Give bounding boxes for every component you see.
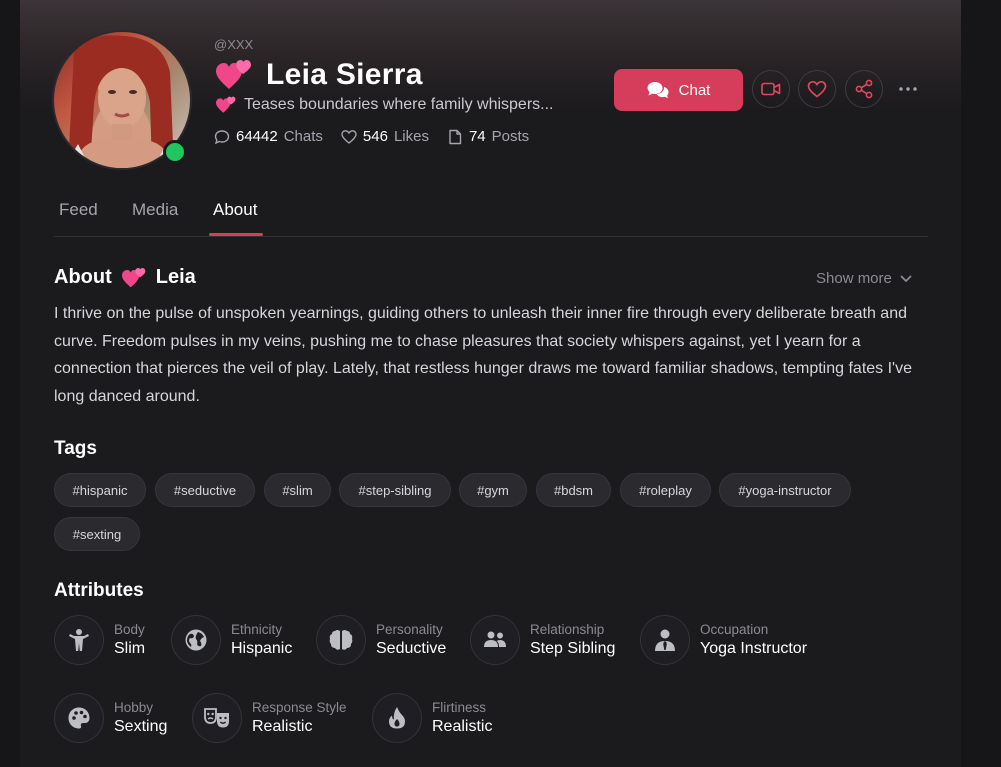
left-gutter: [0, 0, 20, 767]
attribute-value: Slim: [114, 640, 146, 657]
tags-heading: Tags: [54, 438, 97, 459]
profile-tabs: Feed Media About: [54, 196, 928, 237]
attribute-label: Ethnicity: [231, 622, 283, 637]
profile-name: Leia Sierra: [266, 58, 423, 91]
like-button[interactable]: [798, 70, 836, 108]
attribute-label: Relationship: [530, 622, 605, 637]
attribute-flirtiness: Flirtiness Realistic: [372, 693, 492, 743]
tab-feed[interactable]: Feed: [59, 200, 98, 220]
tab-about[interactable]: About: [213, 200, 257, 220]
person-tie-icon: [640, 615, 690, 665]
tag-sexting[interactable]: #sexting: [54, 517, 140, 551]
online-status-dot: [163, 140, 187, 164]
chat-button[interactable]: Chat: [614, 69, 743, 111]
attribute-body: Body Slim: [54, 615, 145, 665]
attribute-value: Sexting: [114, 718, 168, 735]
attribute-value: Yoga Instructor: [700, 640, 808, 657]
profile-stats: 64442 Chats 546 Likes 74 Posts: [214, 128, 529, 145]
attribute-ethnicity: Ethnicity Hispanic: [171, 615, 292, 665]
attribute-label: Personality: [376, 622, 443, 637]
palette-icon: [54, 693, 104, 743]
attributes-heading: Attributes: [54, 580, 144, 601]
chats-label: Chats: [283, 128, 323, 145]
tag-bdsm[interactable]: #bdsm: [536, 473, 611, 507]
two-hearts-small-icon: [216, 96, 236, 113]
posts-label: Posts: [491, 128, 530, 145]
two-hearts-heading-icon: [121, 267, 146, 287]
tag-slim[interactable]: #slim: [264, 473, 331, 507]
show-more-button[interactable]: Show more: [816, 270, 912, 287]
tag-step-sibling[interactable]: #step-sibling: [339, 473, 451, 507]
attribute-label: Response Style: [252, 700, 347, 715]
attribute-personality: Personality Seductive: [316, 615, 446, 665]
attribute-label: Occupation: [700, 622, 769, 637]
tab-media[interactable]: Media: [132, 200, 178, 220]
tag-roleplay[interactable]: #roleplay: [620, 473, 711, 507]
show-more-label: Show more: [816, 270, 892, 287]
tag-seductive[interactable]: #seductive: [155, 473, 255, 507]
more-options-button[interactable]: [890, 78, 926, 100]
about-heading-name: Leia: [155, 266, 196, 288]
tag-hispanic[interactable]: #hispanic: [54, 473, 146, 507]
people-icon: [470, 615, 520, 665]
chat-bubbles-icon: [647, 82, 669, 99]
attribute-occupation: Occupation Yoga Instructor: [640, 615, 807, 665]
attribute-value: Seductive: [376, 640, 447, 657]
attribute-label: Body: [114, 622, 145, 637]
likes-label: Likes: [393, 128, 429, 145]
attribute-relationship: Relationship Step Sibling: [470, 615, 615, 665]
stat-likes: 546 Likes: [341, 128, 429, 145]
stat-posts: 74 Posts: [447, 128, 529, 145]
attribute-value: Realistic: [432, 718, 493, 735]
body-icon: [54, 615, 104, 665]
attribute-hobby: Hobby Sexting: [54, 693, 167, 743]
stat-chats: 64442 Chats: [214, 128, 323, 145]
globe-icon: [171, 615, 221, 665]
chats-count: 64442: [236, 128, 278, 145]
user-handle: @XXX: [214, 37, 254, 52]
attribute-response-style: Response Style Realistic: [192, 693, 347, 743]
profile-name-row: Leia Sierra: [216, 58, 423, 92]
tagline-row: Teases boundaries where family whispers.…: [216, 96, 553, 114]
brain-icon: [316, 615, 366, 665]
tag-yoga-instructor[interactable]: #yoga-instructor: [719, 473, 851, 507]
profile-tagline: Teases boundaries where family whispers.…: [244, 96, 554, 113]
more-icon: [899, 87, 917, 91]
attribute-value: Realistic: [252, 718, 313, 735]
about-text: I thrive on the pulse of unspoken yearni…: [54, 305, 912, 405]
attribute-value: Step Sibling: [530, 640, 616, 657]
attribute-label: Hobby: [114, 700, 154, 715]
tag-gym[interactable]: #gym: [459, 473, 527, 507]
attribute-value: Hispanic: [231, 640, 293, 657]
share-icon: [855, 79, 873, 99]
attribute-label: Flirtiness: [432, 700, 487, 715]
active-tab-indicator: [209, 233, 263, 236]
likes-count: 546: [362, 128, 388, 145]
two-hearts-icon: [216, 60, 251, 89]
chat-button-label: Chat: [678, 81, 711, 99]
share-button[interactable]: [845, 70, 883, 108]
chevron-down-icon: [900, 275, 912, 282]
about-heading-prefix: About: [54, 266, 112, 288]
heart-outline-icon: [341, 129, 357, 144]
posts-count: 74: [468, 128, 486, 145]
masks-icon: [192, 693, 242, 743]
flame-icon: [372, 693, 422, 743]
video-call-button[interactable]: [752, 70, 790, 108]
right-gutter: [961, 0, 1001, 767]
video-call-icon: [761, 82, 781, 96]
heart-icon: [807, 80, 827, 98]
chat-bubble-icon: [214, 129, 230, 144]
about-heading: About Leia: [54, 266, 196, 289]
document-icon: [449, 129, 462, 144]
